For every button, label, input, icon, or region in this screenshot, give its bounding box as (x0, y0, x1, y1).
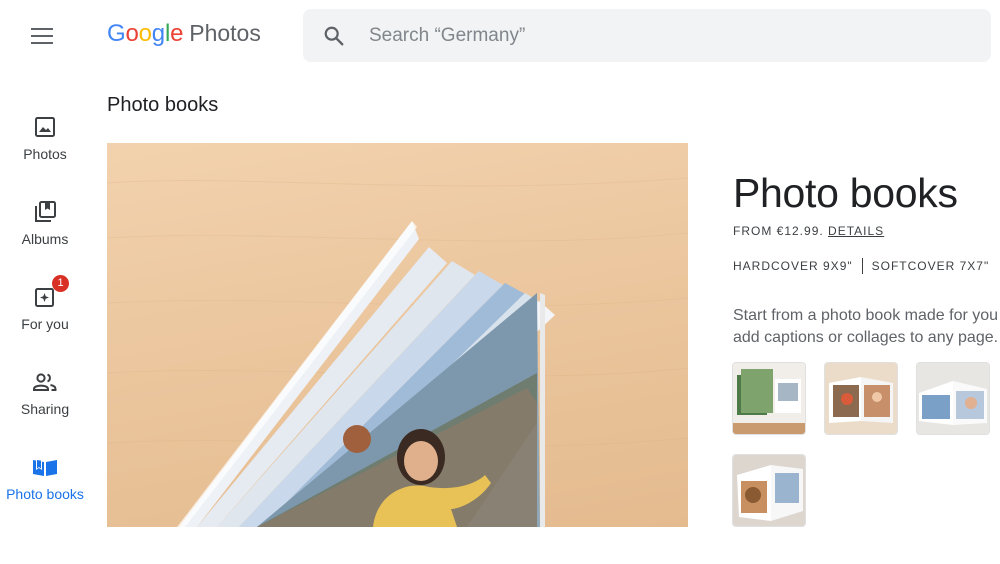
sidebar-item-label: Photos (23, 146, 67, 162)
photo-book-hero-image (107, 143, 688, 527)
thumbnail-3[interactable] (917, 363, 989, 434)
people-icon (32, 369, 58, 395)
sidebar-item-label: For you (21, 316, 69, 332)
search-input[interactable] (367, 23, 931, 48)
main-menu-button[interactable] (22, 16, 62, 56)
logo-letter: o (138, 20, 152, 47)
sidebar-item-sharing[interactable]: Sharing (0, 355, 90, 435)
search-bar[interactable] (303, 9, 991, 62)
price-row: FROM €12.99. DETAILS (733, 224, 1000, 238)
albums-icon (32, 199, 58, 225)
sidebar-item-photo-books[interactable]: Photo books (0, 440, 90, 520)
book-icon (32, 454, 58, 480)
google-photos-logo[interactable]: Google Photos (107, 20, 261, 50)
sidebar-item-label: Albums (21, 231, 69, 247)
notification-badge: 1 (52, 275, 69, 292)
logo-letter: e (170, 20, 184, 47)
preview-thumbnails (733, 363, 1000, 533)
logo-letter: o (125, 20, 139, 47)
sidebar-item-albums[interactable]: Albums (0, 185, 90, 265)
logo-letter: g (151, 20, 165, 47)
sidebar-item-label: Sharing (20, 401, 70, 417)
google-wordmark: Google (107, 20, 183, 48)
logo-letter: G (107, 20, 126, 47)
option-divider (861, 258, 863, 274)
thumbnail-1[interactable] (733, 363, 805, 434)
for-you-icon: 1 (32, 275, 69, 310)
sidebar-item-photos[interactable]: Photos (0, 100, 90, 180)
page-title: Photo books (107, 94, 219, 116)
thumbnail-4[interactable] (733, 455, 805, 526)
size-options: HARDCOVER 9X9" SOFTCOVER 7X7" (733, 258, 1000, 274)
product-title: Photo books (733, 170, 958, 216)
thumbnail-2[interactable] (825, 363, 897, 434)
sidebar-item-label: Photo books (6, 486, 84, 502)
product-description: Start from a photo book made for you add… (733, 305, 1000, 349)
product-name: Photos (189, 20, 261, 46)
option-hardcover[interactable]: HARDCOVER 9X9" (733, 259, 853, 273)
menu-icon (31, 28, 53, 44)
image-icon (32, 114, 58, 140)
option-softcover[interactable]: SOFTCOVER 7X7" (872, 259, 990, 273)
price-text: FROM €12.99. (733, 224, 824, 238)
search-icon[interactable] (321, 23, 347, 49)
details-link[interactable]: DETAILS (828, 224, 884, 238)
description-line: Start from a photo book made for you (733, 307, 999, 324)
sidebar-item-for-you[interactable]: 1 For you (0, 270, 90, 350)
description-line: add captions or collages to any page. (733, 329, 999, 346)
